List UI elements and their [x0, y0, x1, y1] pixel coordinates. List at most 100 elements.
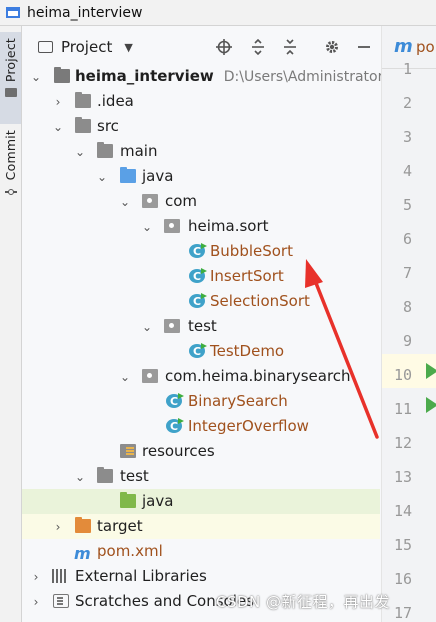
project-view-selector[interactable]: Project — [61, 38, 112, 56]
line-number: 12 — [393, 434, 412, 452]
line-number: 9 — [402, 332, 412, 350]
package-icon — [164, 319, 180, 333]
tree-item-external-libraries[interactable]: › External Libraries — [22, 564, 380, 589]
tree-item-main[interactable]: ⌄ main — [22, 139, 380, 164]
tool-tab-commit-label: Commit — [3, 130, 18, 181]
tree-item-label: TestDemo — [210, 342, 285, 360]
project-panel: Project ▼ ⌄ heima_interview D:\Users\Admi… — [22, 26, 388, 622]
tool-tab-commit[interactable]: Commit — [0, 130, 21, 220]
window-titlebar: heima_interview — [0, 0, 436, 26]
tree-item-com[interactable]: ⌄ com — [22, 189, 380, 214]
excluded-folder-icon — [75, 517, 91, 533]
chevron-down-icon[interactable]: ⌄ — [96, 170, 108, 184]
tree-item-label: heima.sort — [188, 217, 269, 235]
source-folder-icon — [120, 167, 136, 183]
tree-item-testdemo[interactable]: C TestDemo — [22, 339, 380, 364]
tree-item-java-test[interactable]: java — [22, 489, 380, 514]
line-number: 6 — [402, 230, 412, 248]
tree-item-binarysearch[interactable]: C BinarySearch — [22, 389, 380, 414]
tree-item-label: IntegerOverflow — [188, 417, 309, 435]
collapse-all-icon — [284, 39, 296, 55]
line-number: 3 — [402, 128, 412, 146]
tree-item-integeroverflow[interactable]: C IntegerOverflow — [22, 414, 380, 439]
tree-item-test[interactable]: ⌄ test — [22, 464, 380, 489]
crosshair-icon — [216, 39, 232, 55]
resources-folder-icon — [120, 444, 136, 458]
tree-item-resources[interactable]: resources — [22, 439, 380, 464]
editor-tab-label: pom — [416, 38, 436, 56]
java-class-icon: C — [189, 268, 207, 283]
tree-item-label: src — [97, 117, 119, 135]
project-window-icon — [6, 7, 20, 18]
chevron-right-icon[interactable]: › — [52, 520, 64, 534]
tree-item-project-root[interactable]: ⌄ heima_interview D:\Users\Administrator\ — [22, 64, 388, 89]
chevron-down-icon[interactable]: ⌄ — [119, 370, 131, 384]
java-class-icon: C — [189, 293, 207, 308]
folder-icon — [75, 117, 91, 133]
tree-item-pom[interactable]: m pom.xml — [22, 539, 380, 564]
tree-item-binarysearch-package[interactable]: ⌄ com.heima.binarysearch — [22, 364, 380, 389]
folder-icon — [97, 467, 113, 483]
expand-all-button[interactable] — [248, 37, 268, 57]
java-class-icon: C — [189, 343, 207, 358]
tree-item-target[interactable]: › target — [22, 514, 380, 539]
project-root-path: D:\Users\Administrator\ — [223, 69, 389, 85]
line-number: 13 — [393, 468, 412, 486]
package-icon — [164, 219, 180, 233]
test-folder-icon — [120, 492, 136, 508]
chevron-down-icon[interactable]: ⌄ — [74, 145, 86, 159]
tree-item-selectionsort[interactable]: C SelectionSort — [22, 289, 380, 314]
settings-button[interactable] — [322, 37, 342, 57]
tree-item-test-package[interactable]: ⌄ test — [22, 314, 380, 339]
chevron-down-icon[interactable]: ⌄ — [74, 470, 86, 484]
line-number: 1 — [402, 60, 412, 78]
tree-item-label: InsertSort — [210, 267, 284, 285]
tree-item-label: java — [142, 492, 174, 510]
tree-item-label: BubbleSort — [210, 242, 293, 260]
maven-icon: m — [394, 36, 413, 57]
scratches-icon — [53, 594, 69, 608]
tree-item-insertsort[interactable]: C InsertSort — [22, 264, 380, 289]
tree-item-label: com.heima.binarysearch — [165, 367, 351, 385]
tree-item-label: com — [165, 192, 198, 210]
run-gutter-icon[interactable] — [426, 397, 436, 413]
chevron-down-icon[interactable]: ⌄ — [141, 220, 153, 234]
tree-item-label: SelectionSort — [210, 292, 310, 310]
line-number: 8 — [402, 298, 412, 316]
line-number: 4 — [402, 162, 412, 180]
folder-icon — [75, 92, 91, 108]
line-number: 2 — [402, 94, 412, 112]
project-root-name: heima_interview — [75, 67, 214, 85]
tool-tab-project[interactable]: Project — [0, 32, 21, 124]
folder-icon — [4, 88, 17, 98]
tree-item-java-main[interactable]: ⌄ java — [22, 164, 380, 189]
tree-item-label: resources — [142, 442, 215, 460]
locate-file-button[interactable] — [214, 37, 234, 57]
chevron-right-icon[interactable]: › — [52, 95, 64, 109]
tree-item-src[interactable]: ⌄ src — [22, 114, 380, 139]
chevron-right-icon[interactable]: › — [30, 570, 42, 584]
package-icon — [142, 194, 158, 208]
line-number: 10 — [393, 366, 412, 384]
chevron-down-icon[interactable]: ⌄ — [30, 70, 42, 84]
chevron-down-icon[interactable]: ⌄ — [141, 320, 153, 334]
gear-icon — [326, 41, 338, 53]
run-gutter-icon[interactable] — [426, 363, 436, 379]
editor-area: m pom 1234567891011121314151617 — [381, 26, 436, 622]
java-class-icon: C — [189, 243, 207, 258]
tree-item-heima-sort[interactable]: ⌄ heima.sort — [22, 214, 380, 239]
chevron-down-icon[interactable]: ⌄ — [119, 195, 131, 209]
tree-item-idea[interactable]: › .idea — [22, 89, 380, 114]
hide-panel-button[interactable] — [354, 37, 374, 57]
line-number: 7 — [402, 264, 412, 282]
window-title: heima_interview — [27, 4, 143, 21]
left-tool-strip: Project Commit — [0, 26, 22, 622]
tree-item-bubblesort[interactable]: C BubbleSort — [22, 239, 380, 264]
folder-icon — [97, 142, 113, 158]
project-view-icon — [38, 41, 53, 53]
collapse-all-button[interactable] — [280, 37, 300, 57]
chevron-down-icon[interactable]: ⌄ — [52, 120, 64, 134]
chevron-right-icon[interactable]: › — [30, 595, 42, 609]
chevron-down-icon[interactable]: ▼ — [124, 41, 132, 54]
commit-icon — [4, 186, 17, 198]
